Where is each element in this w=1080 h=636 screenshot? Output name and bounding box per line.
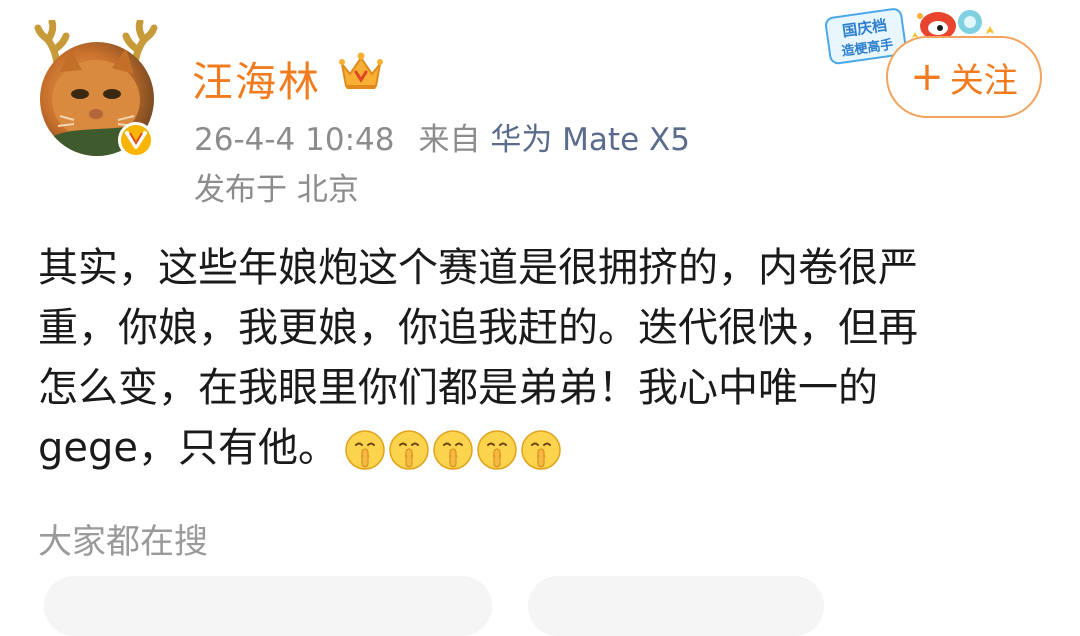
follow-label: 关注	[949, 60, 1018, 101]
post-text-line: gege，只有他。	[38, 425, 338, 471]
emoji-row	[344, 429, 562, 471]
shushing-face-icon	[521, 430, 561, 470]
shushing-face-icon	[433, 430, 473, 470]
post-text-line: 重，你娘，我更娘，你追我赶的。迭代很快，但再	[38, 305, 918, 351]
plus-icon: +	[910, 54, 944, 100]
author-name[interactable]: 汪海林	[192, 48, 321, 108]
post-text-line: 其实，这些年娘炮这个赛道是很拥挤的，内卷很严	[38, 245, 918, 291]
post-location: 发布于 北京	[194, 172, 359, 208]
device-link[interactable]: 华为 Mate X5	[490, 122, 690, 158]
post-timestamp: 26-4-4 10:48	[194, 122, 395, 158]
crown-icon	[339, 52, 383, 89]
avatar-container[interactable]	[30, 20, 170, 170]
trending-title: 大家都在搜	[38, 522, 208, 562]
verified-badge-icon	[118, 122, 154, 158]
shushing-face-icon	[345, 430, 385, 470]
post-text-line: 怎么变，在我眼里你们都是弟弟！我心中唯一的	[38, 365, 878, 411]
trending-chip[interactable]	[528, 576, 824, 636]
shushing-face-icon	[389, 430, 429, 470]
source-prefix: 来自	[418, 122, 481, 158]
post-body: 其实，这些年娘炮这个赛道是很拥挤的，内卷很严 重，你娘，我更娘，你追我赶的。迭代…	[38, 238, 1048, 478]
shushing-face-icon	[477, 430, 517, 470]
trending-chip[interactable]	[44, 576, 492, 636]
follow-button[interactable]: + 关注	[886, 36, 1042, 118]
post-meta: 26-4-4 10:48 来自 华为 Mate X5	[194, 114, 690, 159]
post-text-last-line: gege，只有他。	[38, 418, 1048, 478]
